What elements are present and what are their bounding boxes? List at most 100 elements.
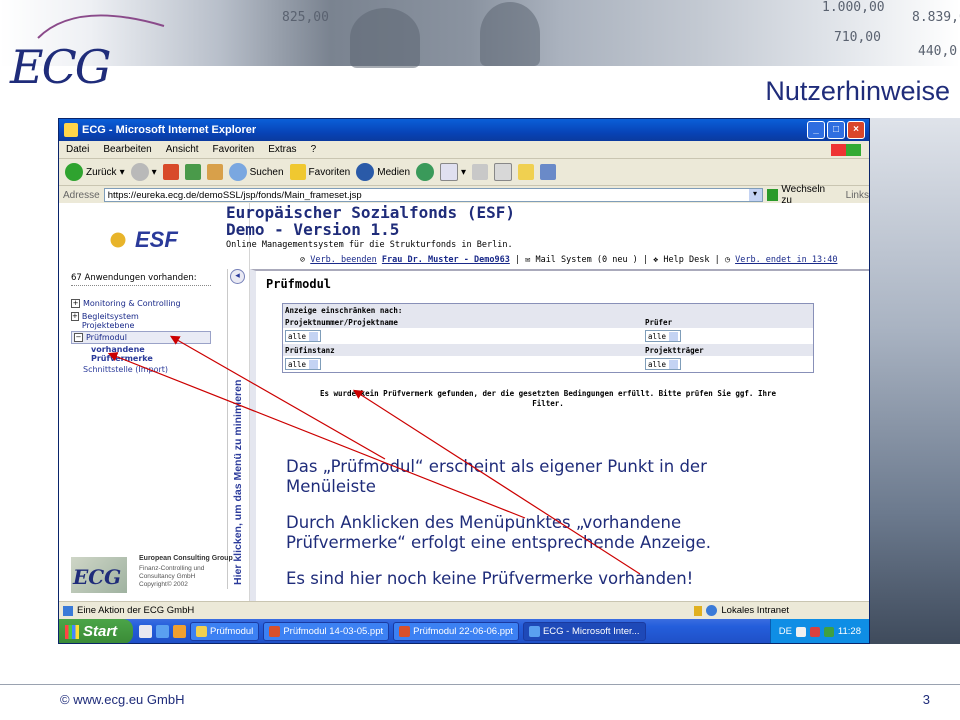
session-status-line: ⊘ Verb. beenden Frau Dr. Muster - Demo96… xyxy=(300,255,838,265)
logout-link[interactable]: Verb. beenden xyxy=(310,255,377,265)
helpdesk-link[interactable]: Help Desk xyxy=(663,255,709,265)
task-ie[interactable]: ECG - Microsoft Inter... xyxy=(522,622,646,641)
menu-datei[interactable]: Datei xyxy=(59,144,96,155)
star-icon xyxy=(289,164,306,180)
nav-item-monitoring[interactable]: + Monitoring & Controlling xyxy=(71,299,181,308)
collapse-menu-tab[interactable]: ◂ Hier klicken, um das Menü zu minimiere… xyxy=(227,269,246,589)
page-title: Prüfmodul xyxy=(266,277,332,291)
nav-subitem-vorhandene-pruefvermerke[interactable]: vorhandene Prüfvermerke xyxy=(91,345,171,363)
task-ppt-2[interactable]: Prüfmodul 22-06-06.ppt xyxy=(393,622,519,641)
quick-launch xyxy=(139,625,186,638)
menu-bearbeiten[interactable]: Bearbeiten xyxy=(96,144,158,155)
media-icon xyxy=(356,163,375,181)
menu-ansicht[interactable]: Ansicht xyxy=(159,144,206,155)
history-button[interactable] xyxy=(416,163,435,181)
refresh-icon xyxy=(184,164,201,180)
back-arrow-icon xyxy=(65,163,83,181)
filter-values-row: alle alle xyxy=(283,328,813,344)
edit-button[interactable] xyxy=(494,163,513,181)
close-button[interactable]: × xyxy=(847,121,865,139)
nav-item-begleitsystem[interactable]: + Begleitsystem Projektebene xyxy=(71,312,161,330)
menu-help[interactable]: ? xyxy=(304,144,324,155)
folder-icon xyxy=(518,164,535,180)
address-input[interactable]: https://eureka.ecg.de/demoSSL/jsp/fonds/… xyxy=(103,188,763,202)
app-header: Europäischer Sozialfonds (ESF) Demo - Ve… xyxy=(226,203,869,261)
company-footer: ECG European Consulting Group Finanz-Con… xyxy=(71,551,241,599)
esf-logo: ESF xyxy=(99,215,189,259)
user-name[interactable]: Frau Dr. Muster - Demo963 xyxy=(382,255,510,265)
favorites-button[interactable]: Favoriten xyxy=(289,164,350,180)
language-indicator[interactable]: DE xyxy=(779,626,792,637)
projekttraeger-select[interactable]: alle xyxy=(645,358,682,370)
ie-page-icon xyxy=(63,605,73,616)
footer-divider xyxy=(0,684,960,685)
clock[interactable]: 11:28 xyxy=(838,626,861,637)
logout-icon: ⊘ xyxy=(300,255,306,265)
expand-icon[interactable]: + xyxy=(71,299,80,308)
annotation-note-3: Es sind hier noch keine Prüfvermerke vor… xyxy=(286,569,694,588)
projekt-select[interactable]: alle xyxy=(285,330,322,342)
menu-extras[interactable]: Extras xyxy=(261,144,303,155)
messenger-button[interactable] xyxy=(540,164,557,180)
ecg-logo: ECG xyxy=(10,40,112,94)
home-icon xyxy=(206,164,223,180)
chevron-left-icon[interactable]: ◂ xyxy=(230,269,245,284)
mail-icon: ✉ xyxy=(525,255,531,265)
forward-button[interactable]: ▾ xyxy=(130,163,157,181)
folder-button[interactable] xyxy=(518,164,535,180)
mail-button[interactable]: ▾ xyxy=(440,163,466,181)
menu-favoriten[interactable]: Favoriten xyxy=(206,144,262,155)
back-button[interactable]: Zurück ▾ xyxy=(65,163,125,181)
search-button[interactable]: Suchen xyxy=(228,163,284,181)
person-figure xyxy=(350,8,420,68)
chevron-down-icon[interactable]: ▾ xyxy=(748,189,762,201)
quicklaunch-media-icon[interactable] xyxy=(173,625,186,638)
search-icon xyxy=(228,163,247,181)
tray-icon[interactable] xyxy=(809,626,820,637)
annotation-note-1: Das „Prüfmodul“ erscheint als eigener Pu… xyxy=(286,457,707,496)
collapse-icon[interactable]: − xyxy=(74,333,83,342)
task-pruefmodul-folder[interactable]: Prüfmodul xyxy=(190,622,260,641)
company-name: European Consulting Group xyxy=(139,555,233,562)
tray-icon[interactable] xyxy=(823,626,834,637)
application-count: 67 Anwendungen vorhanden: xyxy=(71,273,197,283)
stop-button[interactable] xyxy=(162,164,179,180)
home-button[interactable] xyxy=(206,164,223,180)
chevron-down-icon xyxy=(669,331,679,341)
nav-item-pruefmodul[interactable]: − Prüfmodul xyxy=(71,331,211,344)
ie-icon xyxy=(528,626,540,637)
pruefinstanz-select[interactable]: alle xyxy=(285,358,322,370)
tray-icon[interactable] xyxy=(795,626,806,637)
filter-caption: Anzeige einschränken nach: xyxy=(283,304,813,316)
mail-icon xyxy=(440,163,459,181)
slide-number: 3 xyxy=(922,692,930,707)
quicklaunch-app-icon[interactable] xyxy=(139,625,152,638)
quicklaunch-ie-icon[interactable] xyxy=(156,625,169,638)
minimize-button[interactable]: _ xyxy=(807,121,825,139)
maximize-button[interactable]: □ xyxy=(827,121,845,139)
media-button[interactable]: Medien xyxy=(356,163,410,181)
lock-icon xyxy=(694,605,703,616)
title-bar[interactable]: ECG - Microsoft Internet Explorer _ □ × xyxy=(59,119,869,141)
system-tray: DE 11:28 xyxy=(769,619,869,643)
left-navigation: ESF 67 Anwendungen vorhanden: + Monitori… xyxy=(59,203,250,601)
header-number: 710,00 xyxy=(834,30,881,45)
window-title: ECG - Microsoft Internet Explorer xyxy=(82,124,257,136)
refresh-button[interactable] xyxy=(184,164,201,180)
task-ppt-1[interactable]: Prüfmodul 14-03-05.ppt xyxy=(263,622,390,641)
go-arrow-icon xyxy=(766,189,779,201)
folder-icon xyxy=(196,626,207,637)
address-value: https://eureka.ecg.de/demoSSL/jsp/fonds/… xyxy=(107,189,362,201)
start-button[interactable]: Start xyxy=(59,619,133,643)
expand-icon[interactable]: + xyxy=(71,312,79,321)
print-button[interactable] xyxy=(472,164,489,180)
ie-icon xyxy=(64,123,78,137)
session-timer[interactable]: Verb. endet in 13:40 xyxy=(735,255,837,265)
pruefer-select[interactable]: alle xyxy=(645,330,682,342)
no-results-message: Es wurde kein Prüfvermerk gefunden, der … xyxy=(319,389,777,408)
nav-item-schnittstelle[interactable]: Schnittstelle (Import) xyxy=(83,365,168,374)
mail-system-link[interactable]: Mail System (0 neu ) xyxy=(535,255,637,265)
links-button[interactable]: Links xyxy=(846,190,869,201)
collapse-menu-label[interactable]: Hier klicken, um das Menü zu minimieren xyxy=(232,285,244,585)
star-circle-icon xyxy=(101,223,135,257)
